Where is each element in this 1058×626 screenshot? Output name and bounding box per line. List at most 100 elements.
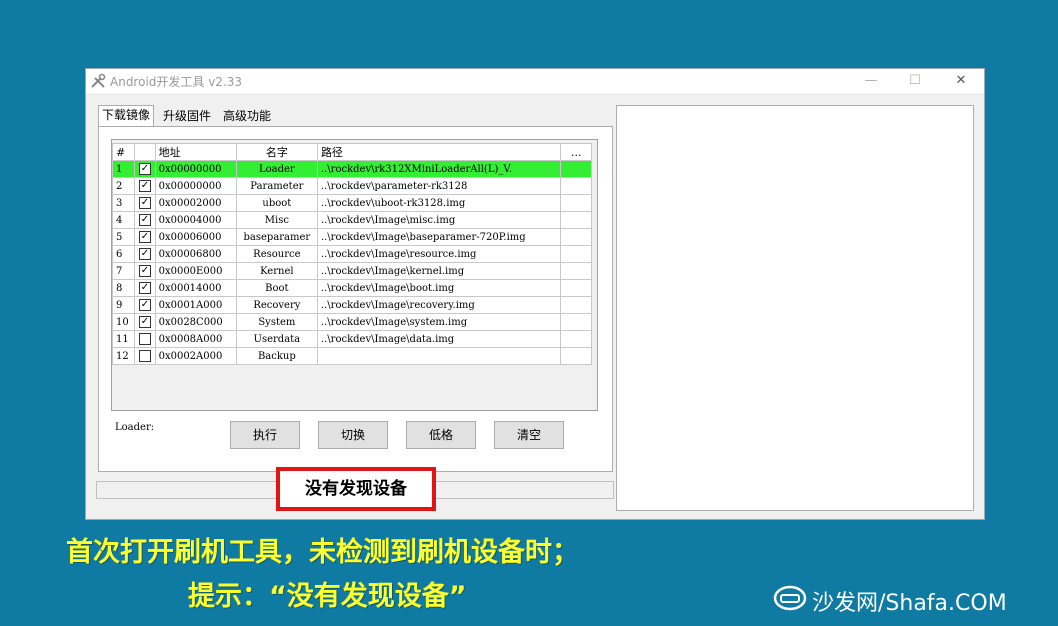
- col-address[interactable]: 地址: [154, 143, 237, 161]
- row-address: 0x0002A000: [154, 347, 237, 365]
- close-button[interactable]: ✕: [938, 69, 984, 93]
- switch-button[interactable]: 切换: [318, 421, 388, 449]
- row-browse[interactable]: [560, 160, 592, 178]
- title-bar: Android开发工具 v2.33 — ☐ ✕: [86, 69, 984, 93]
- run-button[interactable]: 执行: [230, 421, 300, 449]
- row-name: uboot: [235, 194, 318, 212]
- row-browse[interactable]: [560, 330, 592, 348]
- row-number: 4: [111, 211, 136, 229]
- tab-advanced[interactable]: 高级功能: [220, 107, 274, 125]
- watermark-text: 沙发网/Shafa.COM: [812, 591, 1007, 616]
- log-panel[interactable]: [616, 105, 974, 511]
- row-path: ..\rockdev\Image\baseparamer-720P.img: [316, 228, 562, 246]
- checked-checkbox[interactable]: ✓: [138, 282, 151, 294]
- row-number: 12: [111, 347, 136, 365]
- row-number: 11: [111, 330, 136, 348]
- table-row[interactable]: 7 ✓ 0x0000E000 Kernel ..\rockdev\Image\kerne…: [111, 262, 592, 280]
- row-number: 8: [111, 279, 136, 297]
- row-path: ..\rockdev\parameter-rk3128: [316, 177, 562, 195]
- row-browse[interactable]: [560, 296, 592, 314]
- row-browse[interactable]: [560, 194, 592, 212]
- row-browse[interactable]: [560, 262, 592, 280]
- row-name: Resource: [235, 245, 318, 263]
- row-checkbox[interactable]: ✓: [134, 296, 156, 314]
- checked-checkbox[interactable]: ✓: [138, 163, 151, 175]
- row-path: ..\rockdev\rk312XMiniLoaderAll(L)_V.: [316, 160, 562, 178]
- clear-button[interactable]: 清空: [494, 421, 564, 449]
- row-browse[interactable]: [560, 211, 592, 229]
- row-checkbox[interactable]: ✓: [134, 228, 156, 246]
- checked-checkbox[interactable]: ✓: [138, 231, 151, 243]
- row-checkbox[interactable]: ✓: [134, 313, 156, 331]
- download-panel: # 地址 名字 路径 ... 1 ✓ 0x00000000 Loader ..\rock…: [98, 126, 613, 472]
- row-address: 0x00004000: [154, 211, 237, 229]
- row-name: Parameter: [235, 177, 318, 195]
- row-name: Loader: [235, 160, 318, 178]
- table-row[interactable]: 4 ✓ 0x00004000 Misc ..\rockdev\Image\misc.im…: [111, 211, 592, 229]
- table-row[interactable]: 9 ✓ 0x0001A000 Recovery ..\rockdev\Image\rec…: [111, 296, 592, 314]
- table-row[interactable]: 3 ✓ 0x00002000 uboot ..\rockdev\uboot-rk3128…: [111, 194, 592, 212]
- unchecked-checkbox[interactable]: [138, 333, 151, 345]
- table-row[interactable]: 11 0x0008A000 Userdata ..\rockdev\Image\dat…: [111, 330, 592, 348]
- row-name: Userdata: [235, 330, 318, 348]
- row-path: ..\rockdev\Image\kernel.img: [316, 262, 562, 280]
- low-format-button[interactable]: 低格: [406, 421, 476, 449]
- table-row[interactable]: 6 ✓ 0x00006800 Resource ..\rockdev\Image\res…: [111, 245, 592, 263]
- row-number: 10: [111, 313, 136, 331]
- row-path: ..\rockdev\Image\misc.img: [316, 211, 562, 229]
- row-checkbox[interactable]: ✓: [134, 177, 156, 195]
- row-browse[interactable]: [560, 177, 592, 195]
- row-path: ..\rockdev\Image\boot.img: [316, 279, 562, 297]
- col-name[interactable]: 名字: [235, 143, 318, 161]
- table-row[interactable]: 8 ✓ 0x00014000 Boot ..\rockdev\Image\boot.im…: [111, 279, 592, 297]
- checked-checkbox[interactable]: ✓: [138, 197, 151, 209]
- row-checkbox[interactable]: [134, 330, 156, 348]
- row-address: 0x0000E000: [154, 262, 237, 280]
- row-number: 1: [111, 160, 136, 178]
- minimize-button[interactable]: —: [848, 69, 894, 93]
- row-checkbox[interactable]: ✓: [134, 245, 156, 263]
- tools-icon: [91, 73, 106, 88]
- checked-checkbox[interactable]: ✓: [138, 180, 151, 192]
- row-checkbox[interactable]: ✓: [134, 211, 156, 229]
- table-row[interactable]: 12 0x0002A000 Backup: [111, 347, 592, 365]
- col-path[interactable]: 路径: [316, 143, 562, 161]
- row-browse[interactable]: [560, 228, 592, 246]
- checked-checkbox[interactable]: ✓: [138, 265, 151, 277]
- table-row[interactable]: 1 ✓ 0x00000000 Loader ..\rockdev\rk312XMiniL…: [111, 160, 592, 178]
- table-row[interactable]: 10 ✓ 0x0028C000 System ..\rockdev\Image\syst…: [111, 313, 592, 331]
- tab-upgrade-firmware[interactable]: 升级固件: [160, 107, 214, 125]
- row-checkbox[interactable]: [134, 347, 156, 365]
- row-path: ..\rockdev\uboot-rk3128.img: [316, 194, 562, 212]
- row-address: 0x00006800: [154, 245, 237, 263]
- row-checkbox[interactable]: ✓: [134, 262, 156, 280]
- col-check[interactable]: [134, 143, 156, 161]
- row-address: 0x00000000: [154, 160, 237, 178]
- row-checkbox[interactable]: ✓: [134, 279, 156, 297]
- row-number: 7: [111, 262, 136, 280]
- row-browse[interactable]: [560, 313, 592, 331]
- tab-download-image[interactable]: 下载镜像: [98, 105, 155, 127]
- row-name: baseparamer: [235, 228, 318, 246]
- row-browse[interactable]: [560, 245, 592, 263]
- checked-checkbox[interactable]: ✓: [138, 316, 151, 328]
- row-number: 9: [111, 296, 136, 314]
- row-browse[interactable]: [560, 347, 592, 365]
- row-address: 0x0001A000: [154, 296, 237, 314]
- table-row[interactable]: 5 ✓ 0x00006000 baseparamer ..\rockdev\Image\…: [111, 228, 592, 246]
- row-name: Backup: [235, 347, 318, 365]
- checked-checkbox[interactable]: ✓: [138, 299, 151, 311]
- checked-checkbox[interactable]: ✓: [138, 248, 151, 260]
- col-browse[interactable]: ...: [560, 143, 592, 161]
- row-address: 0x00006000: [154, 228, 237, 246]
- row-checkbox[interactable]: ✓: [134, 160, 156, 178]
- row-browse[interactable]: [560, 279, 592, 297]
- row-checkbox[interactable]: ✓: [134, 194, 156, 212]
- caption-line-1: 首次打开刷机工具，未检测到刷机设备时；: [66, 537, 579, 568]
- row-name: Recovery: [235, 296, 318, 314]
- table-row[interactable]: 2 ✓ 0x00000000 Parameter ..\rockdev\paramete…: [111, 177, 592, 195]
- unchecked-checkbox[interactable]: [138, 350, 151, 362]
- maximize-button[interactable]: ☐: [892, 69, 938, 93]
- checked-checkbox[interactable]: ✓: [138, 214, 151, 226]
- col-num[interactable]: #: [111, 143, 136, 161]
